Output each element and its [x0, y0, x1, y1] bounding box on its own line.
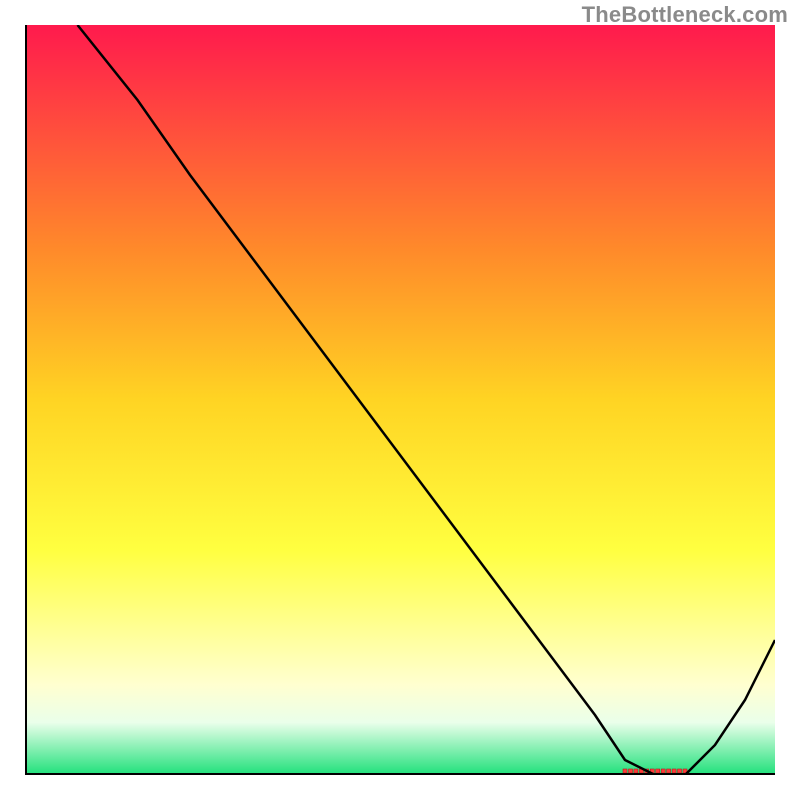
- bottleneck-chart: [25, 25, 775, 775]
- chart-background-gradient: [25, 25, 775, 775]
- watermark-text: TheBottleneck.com: [582, 2, 788, 28]
- optimal-marker-dot: [661, 769, 665, 773]
- optimal-marker-dot: [678, 769, 682, 773]
- optimal-marker-dot: [623, 769, 627, 773]
- optimal-marker-dot: [629, 769, 633, 773]
- optimal-marker-dot: [672, 769, 676, 773]
- optimal-marker-dot: [634, 769, 638, 773]
- optimal-marker-dot: [656, 769, 660, 773]
- optimal-marker-dot: [667, 769, 671, 773]
- chart-svg: [25, 25, 775, 775]
